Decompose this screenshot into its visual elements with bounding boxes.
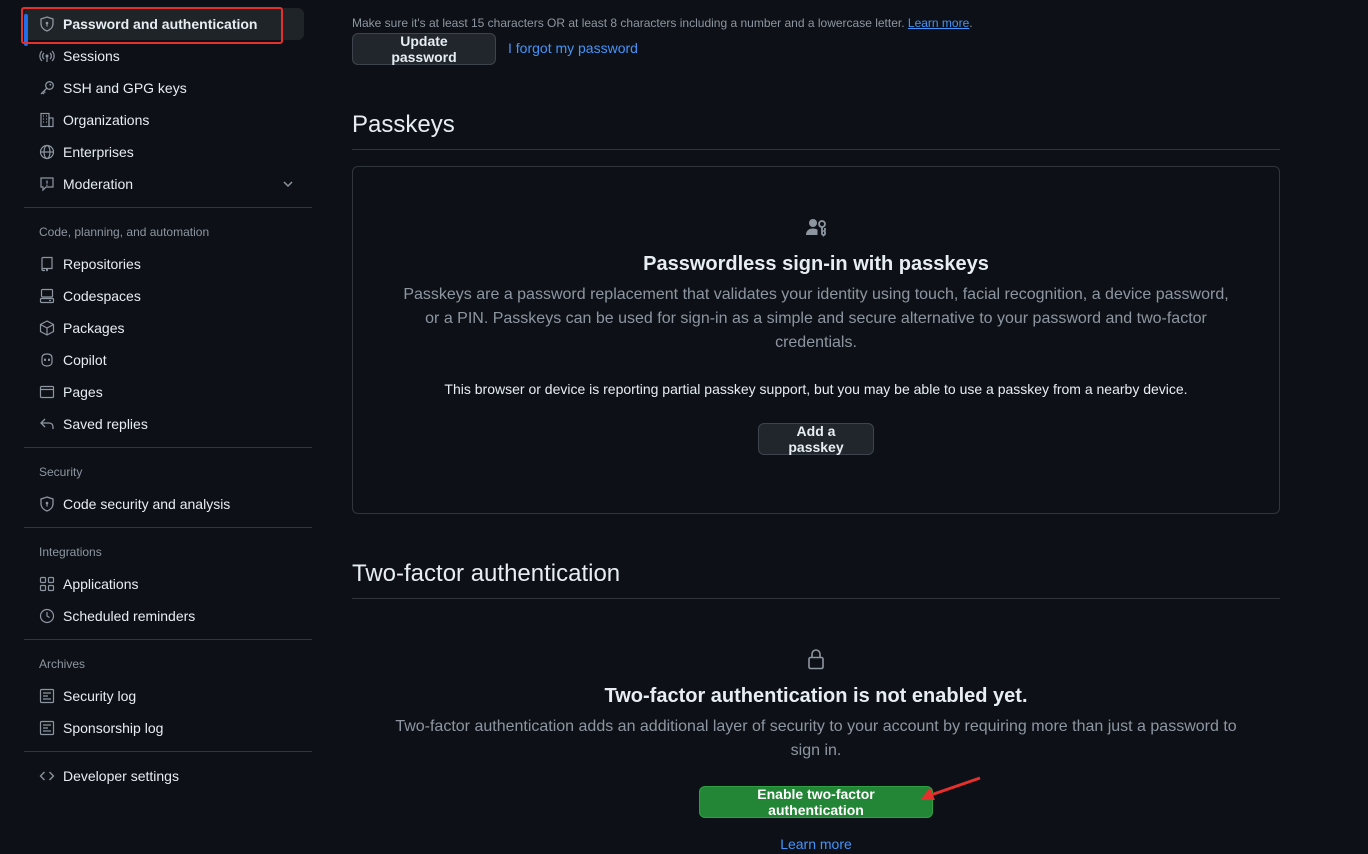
password-hint-learn-more-link[interactable]: Learn more (908, 16, 969, 30)
sidebar-item-developer-settings[interactable]: Developer settings (24, 760, 312, 792)
sidebar-item-code-security[interactable]: Code security and analysis (24, 488, 312, 520)
copilot-icon (39, 352, 55, 368)
password-hint: Make sure it's at least 15 characters OR… (352, 16, 973, 30)
sidebar-item-label: Codespaces (63, 288, 141, 304)
key-icon (39, 80, 55, 96)
passkey-icon (804, 215, 828, 239)
sidebar-item-label: Packages (63, 320, 125, 336)
sidebar-divider (24, 207, 312, 208)
sidebar-item-packages[interactable]: Packages (24, 312, 312, 344)
passkey-support-note: This browser or device is reporting part… (444, 381, 1188, 397)
sidebar-section-heading: Security (39, 465, 83, 479)
sidebar-item-label: Security log (63, 688, 137, 704)
sidebar-divider (24, 527, 312, 528)
learn-more-wrap: Learn more (352, 836, 1280, 854)
repo-icon (39, 256, 55, 272)
package-icon (39, 320, 55, 336)
globe-icon (39, 144, 55, 160)
sidebar-item-label: Sessions (63, 48, 120, 64)
sidebar-item-label: Applications (63, 576, 139, 592)
sidebar-item-label: Saved replies (63, 416, 148, 432)
sidebar-item-label: Repositories (63, 256, 141, 272)
sidebar-item-label: Pages (63, 384, 103, 400)
sidebar-item-moderation[interactable]: Moderation (24, 168, 312, 200)
passkey-icon-wrap (352, 215, 1280, 244)
two-factor-section-title: Two-factor authentication (352, 560, 621, 587)
sidebar-item-sponsorship-log[interactable]: Sponsorship log (24, 712, 312, 744)
enable-2fa-wrap: Enable two-factor authentication (352, 786, 1280, 818)
add-passkey-wrap: Add a passkey (352, 423, 1280, 455)
section-divider (352, 149, 1280, 150)
sidebar-divider (24, 447, 312, 448)
passkeys-section-title: Passkeys (352, 111, 455, 138)
shield-lock-icon (39, 496, 55, 512)
organization-icon (39, 112, 55, 128)
sidebar-item-applications[interactable]: Applications (24, 568, 312, 600)
sidebar-section-heading: Code, planning, and automation (39, 225, 210, 239)
sidebar-item-label: Scheduled reminders (63, 608, 196, 624)
browser-icon (39, 384, 55, 400)
two-factor-description: Two-factor authentication adds an additi… (395, 718, 1237, 759)
forgot-password-link[interactable]: I forgot my password (508, 40, 638, 56)
sidebar-item-label: Password and authentication (63, 16, 258, 32)
sidebar-item-password-authentication[interactable]: Password and authentication (24, 8, 304, 46)
update-password-button[interactable]: Update password (352, 33, 496, 65)
two-factor-learn-more-link[interactable]: Learn more (780, 836, 852, 852)
sidebar-item-label: Moderation (63, 176, 134, 192)
sidebar-item-label: Enterprises (63, 144, 134, 160)
report-icon (39, 176, 55, 192)
sidebar-item-sessions[interactable]: Sessions (24, 40, 312, 72)
add-passkey-button[interactable]: Add a passkey (758, 423, 874, 455)
shield-lock-icon (39, 16, 55, 32)
sidebar-item-label: Code security and analysis (63, 496, 231, 512)
sidebar-item-saved-replies[interactable]: Saved replies (24, 408, 312, 440)
code-icon (39, 768, 55, 784)
sidebar-divider (24, 751, 312, 752)
sidebar-divider (24, 639, 312, 640)
reply-icon (39, 416, 55, 432)
codespaces-icon (39, 288, 55, 304)
password-hint-text: Make sure it's at least 15 characters OR… (352, 16, 905, 30)
settings-sidebar: Password and authentication Sessions SSH… (24, 0, 312, 792)
passkeys-heading: Passwordless sign-in with passkeys (643, 253, 989, 275)
log-icon (39, 720, 55, 736)
log-icon (39, 688, 55, 704)
sidebar-section-heading: Integrations (39, 545, 102, 559)
sidebar-item-pages[interactable]: Pages (24, 376, 312, 408)
sidebar-item-copilot[interactable]: Copilot (24, 344, 312, 376)
enable-two-factor-button[interactable]: Enable two-factor authentication (699, 786, 933, 818)
two-factor-heading: Two-factor authentication is not enabled… (604, 685, 1028, 707)
sidebar-item-label: SSH and GPG keys (63, 80, 187, 96)
lock-icon (804, 647, 828, 671)
sidebar-item-security-log[interactable]: Security log (24, 680, 312, 712)
chevron-down-icon[interactable] (280, 176, 296, 192)
section-divider (352, 598, 1280, 599)
sidebar-item-ssh-gpg-keys[interactable]: SSH and GPG keys (24, 72, 312, 104)
sidebar-item-codespaces[interactable]: Codespaces (24, 280, 312, 312)
sidebar-item-label: Sponsorship log (63, 720, 164, 736)
sidebar-item-scheduled-reminders[interactable]: Scheduled reminders (24, 600, 312, 632)
sidebar-item-label: Copilot (63, 352, 107, 368)
sidebar-item-label: Organizations (63, 112, 150, 128)
lock-icon-wrap (352, 647, 1280, 676)
clock-icon (39, 608, 55, 624)
sidebar-item-label: Developer settings (63, 768, 179, 784)
broadcast-icon (39, 48, 55, 64)
sidebar-item-repositories[interactable]: Repositories (24, 248, 312, 280)
annotation-arrow (920, 776, 981, 800)
apps-icon (39, 576, 55, 592)
sidebar-section-heading: Archives (39, 657, 86, 671)
sidebar-item-enterprises[interactable]: Enterprises (24, 136, 312, 168)
hint-period: . (969, 16, 973, 30)
passkeys-description: Passkeys are a password replacement that… (403, 286, 1229, 351)
sidebar-item-organizations[interactable]: Organizations (24, 104, 312, 136)
